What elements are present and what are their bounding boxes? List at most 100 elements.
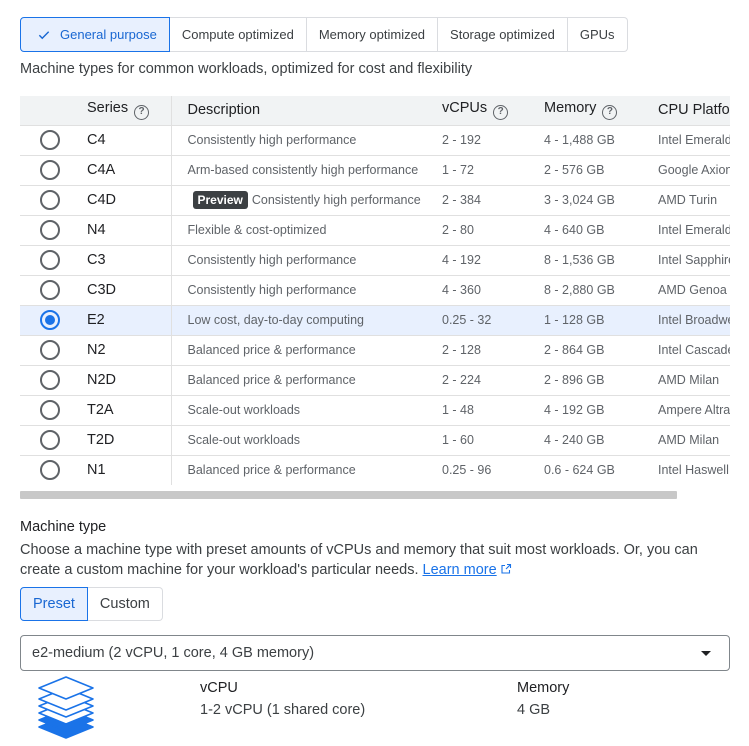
table-row[interactable]: E2 Low cost, day-to-day computing 0.25 - 3… <box>20 305 730 335</box>
help-circle-icon[interactable]: ? <box>493 105 509 121</box>
series-memory: 2 - 864 GB <box>544 343 605 357</box>
table-row[interactable]: N4 Flexible & cost-optimized 2 - 80 4 - 640… <box>20 215 730 245</box>
preset-button[interactable]: Preset <box>20 587 88 621</box>
series-cpu-platform: Intel Broadwe <box>658 313 730 327</box>
header-select <box>20 96 87 125</box>
series-description: Scale-out workloads <box>170 395 442 425</box>
header-memory: Memory? <box>544 96 658 125</box>
tab-label: GPUs <box>579 27 615 42</box>
table-row[interactable]: C4A Arm-based consistently high performan… <box>20 155 730 185</box>
row-select <box>20 125 87 155</box>
series-cpu-platform: AMD Turin <box>658 193 718 207</box>
series-description: Balanced price & performance <box>170 365 442 395</box>
select-value: e2-medium (2 vCPU, 1 core, 4 GB memory) <box>32 645 315 661</box>
table-row[interactable]: T2D Scale-out workloads 1 - 60 4 - 240 GB AM… <box>20 425 730 455</box>
table-row[interactable]: C3D Consistently high performance 4 - 360 8… <box>20 275 730 305</box>
horizontal-scrollbar[interactable] <box>20 491 677 499</box>
series-vcpus: 2 - 224 <box>442 373 481 387</box>
series-vcpus: 1 - 60 <box>442 433 474 447</box>
series-vcpus: 2 - 192 <box>442 133 481 147</box>
series-name: C3D <box>87 282 117 298</box>
series-memory: 2 - 896 GB <box>544 373 605 387</box>
series-name: N2 <box>87 342 106 358</box>
external-link-icon <box>501 563 511 574</box>
series-vcpus: 1 - 72 <box>442 163 474 177</box>
row-select <box>20 185 87 215</box>
series-description: Balanced price & performance <box>170 455 442 485</box>
tab-gpus[interactable]: GPUs <box>567 17 628 52</box>
table-row[interactable]: C4 Consistently high performance 2 - 192 4 … <box>20 125 730 155</box>
series-radio[interactable] <box>40 310 60 330</box>
row-select <box>20 455 87 485</box>
series-radio[interactable] <box>40 430 60 450</box>
series-name: N2D <box>87 372 117 388</box>
series-radio[interactable] <box>40 280 60 300</box>
series-radio[interactable] <box>40 160 60 180</box>
preset-custom-toggle: Preset Custom <box>20 587 163 621</box>
series-vcpus: 0.25 - 96 <box>442 463 492 478</box>
series-name: C4D <box>87 192 117 208</box>
series-name: C4A <box>87 162 116 178</box>
tab-memory-optimized[interactable]: Memory optimized <box>306 17 439 52</box>
header-series: Series? <box>87 96 171 125</box>
row-select <box>20 245 87 275</box>
series-vcpus: 1 - 48 <box>442 403 474 417</box>
series-table-container[interactable]: Series? Description vCPUs? Memory? CPU P… <box>20 96 730 485</box>
series-memory: 1 - 128 GB <box>544 313 605 327</box>
series-memory: 3 - 3,024 GB <box>544 193 615 207</box>
row-select <box>20 215 87 245</box>
series-radio[interactable] <box>40 190 60 210</box>
series-memory: 8 - 1,536 GB <box>544 253 615 267</box>
header-cpu-platform: CPU Platfor <box>658 102 730 119</box>
series-radio[interactable] <box>40 460 60 481</box>
series-memory: 2 - 576 GB <box>544 163 605 177</box>
series-memory: 0.6 - 624 GB <box>544 463 615 478</box>
series-name: C4 <box>87 132 106 148</box>
series-radio[interactable] <box>40 400 60 420</box>
table-row[interactable]: C3 Consistently high performance 4 - 192 8 … <box>20 245 730 275</box>
series-radio[interactable] <box>40 250 60 270</box>
series-memory: 4 - 1,488 GB <box>544 133 615 147</box>
row-select <box>20 365 87 395</box>
layers-stack-icon <box>38 676 94 739</box>
series-description: Consistently high performance <box>170 245 442 275</box>
tab-storage-optimized[interactable]: Storage optimized <box>438 17 568 52</box>
series-memory: 4 - 192 GB <box>544 403 605 417</box>
row-select <box>20 395 87 425</box>
tab-compute-optimized[interactable]: Compute optimized <box>169 17 307 52</box>
vcpu-value: 1-2 vCPU (1 shared core) <box>200 702 366 718</box>
series-cpu-platform: Ampere Altra <box>658 403 730 417</box>
help-circle-icon[interactable]: ? <box>602 105 618 121</box>
machine-type-select[interactable]: e2-medium (2 vCPU, 1 core, 4 GB memory) <box>20 635 730 671</box>
machine-family-tabs: General purpose Compute optimized Memory… <box>20 17 628 52</box>
check-icon <box>38 30 50 39</box>
table-row[interactable]: C4D Preview Consistently high performance 2… <box>20 185 730 215</box>
custom-button[interactable]: Custom <box>87 587 163 621</box>
series-radio[interactable] <box>40 130 60 150</box>
series-cpu-platform: Intel Emerald <box>658 133 730 147</box>
row-select <box>20 335 87 365</box>
learn-more-link[interactable]: Learn more <box>423 562 512 578</box>
series-name: N4 <box>87 222 106 238</box>
series-radio[interactable] <box>40 370 60 390</box>
series-description: Arm-based consistently high performance <box>170 155 442 185</box>
tab-general-purpose[interactable]: General purpose <box>20 17 170 52</box>
table-row[interactable]: N2D Balanced price & performance 2 - 224 2 … <box>20 365 730 395</box>
series-memory: 4 - 240 GB <box>544 433 605 447</box>
header-vcpus: vCPUs? <box>442 96 544 125</box>
help-circle-icon[interactable]: ? <box>134 105 150 121</box>
series-radio[interactable] <box>40 340 60 360</box>
table-row[interactable]: N1 Balanced price & performance 0.25 - 96 0… <box>20 455 730 485</box>
series-description: Consistently high performance <box>170 275 442 305</box>
series-name: C3 <box>87 252 106 268</box>
series-vcpus: 4 - 360 <box>442 283 481 297</box>
table-row[interactable]: N2 Balanced price & performance 2 - 128 2 -… <box>20 335 730 365</box>
series-memory: 8 - 2,880 GB <box>544 283 615 297</box>
series-vcpus: 0.25 - 32 <box>442 313 492 327</box>
series-radio[interactable] <box>40 220 60 240</box>
table-row[interactable]: T2A Scale-out workloads 1 - 48 4 - 192 GB Am… <box>20 395 730 425</box>
series-description: Consistently high performance <box>170 125 442 155</box>
series-cpu-platform: AMD Milan <box>658 433 720 447</box>
header-description: Description <box>170 96 442 125</box>
series-cpu-platform: Google Axion <box>658 163 730 177</box>
